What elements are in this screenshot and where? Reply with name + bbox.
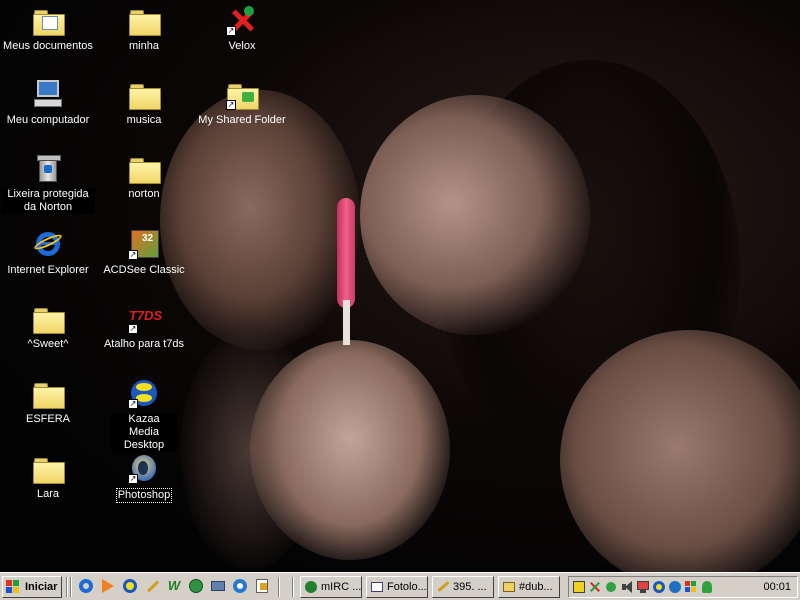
icon-label: musica — [126, 114, 162, 126]
icon-label: Velox — [228, 40, 256, 52]
t7ds-icon: T7DS ↗ — [128, 308, 163, 334]
icon-label: ^Sweet^ — [27, 338, 69, 350]
my-computer-icon — [32, 78, 64, 110]
desktop-icon-kazaa[interactable]: ↗ Kazaa Media Desktop — [96, 377, 192, 452]
taskbar-separator — [66, 577, 68, 597]
task-button-mirc[interactable]: mIRC ... — [300, 576, 362, 598]
volume-icon[interactable] — [620, 580, 634, 594]
wallpaper-hands — [250, 340, 450, 560]
media-player-icon[interactable] — [100, 578, 116, 594]
messenger-icon[interactable] — [700, 580, 714, 594]
desktop-icon-t7ds[interactable]: T7DS ↗ Atalho para t7ds — [96, 302, 192, 351]
acdsee-icon: 32 ↗ — [128, 228, 160, 260]
folder-icon — [32, 452, 65, 484]
desktop-icon-sweet[interactable]: ^Sweet^ — [0, 302, 96, 351]
monitor-icon[interactable] — [636, 580, 650, 594]
folder-icon — [32, 302, 65, 334]
shared-folder-icon: ↗ — [226, 78, 259, 110]
icon-label: Lixeira protegida da Norton — [1, 188, 95, 214]
recycle-bin-icon — [32, 152, 64, 184]
wallpaper-face-right — [360, 95, 590, 335]
desktop-icon-internet-explorer[interactable]: Internet Explorer — [0, 228, 96, 277]
kazaa-icon[interactable] — [122, 578, 138, 594]
desktop-icon-musica[interactable]: musica — [96, 78, 192, 127]
shortcut-arrow-icon: ↗ — [128, 250, 138, 260]
folder-icon — [128, 152, 161, 184]
desktop-icon-minha[interactable]: minha — [96, 4, 192, 53]
icon-label: ACDSee Classic — [103, 264, 185, 276]
taskbar-separator — [278, 577, 280, 597]
task-label: #dub... — [519, 581, 553, 593]
task-label: 395. ... — [453, 581, 487, 593]
norton-icon[interactable] — [572, 580, 586, 594]
icon-label: Lara — [36, 488, 60, 500]
desktop-icon-photoshop[interactable]: ↗ Photoshop — [96, 452, 192, 503]
icon-label: Atalho para t7ds — [103, 338, 185, 350]
velox-tray-icon[interactable] — [588, 580, 602, 594]
my-documents-icon — [32, 4, 65, 36]
internet-explorer-icon[interactable] — [78, 578, 94, 594]
task-button-fotolog[interactable]: Fotolo... — [366, 576, 428, 598]
desktop-icon-velox[interactable]: ↗ Velox — [194, 4, 290, 53]
shortcut-arrow-icon: ↗ — [128, 474, 138, 484]
taskbar-separator — [292, 577, 294, 597]
icon-label: minha — [129, 40, 159, 52]
icon-label: norton — [128, 188, 160, 200]
network-tray-icon[interactable] — [604, 580, 618, 594]
icon-label: Meus documentos — [3, 40, 93, 52]
system-tray: 00:01 — [568, 576, 798, 598]
desktop-icon-meu-computador[interactable]: Meu computador — [0, 78, 96, 127]
start-label: Iniciar — [25, 581, 58, 593]
folder-icon — [128, 4, 161, 36]
shortcut-arrow-icon: ↗ — [128, 399, 138, 409]
task-label: mIRC ... — [321, 581, 362, 593]
desktop-icon-acdsee[interactable]: 32 ↗ ACDSee Classic — [96, 228, 192, 277]
chat-icon — [502, 580, 516, 594]
icon-label: Internet Explorer — [7, 264, 89, 276]
wallpaper-lollipop — [337, 198, 355, 308]
taskbar-separator — [70, 577, 72, 597]
photoshop-icon: ↗ — [128, 452, 160, 484]
explorer-window-icon — [370, 580, 384, 594]
wallpaper-lollipop-stick — [343, 300, 350, 345]
desktop-icon-esfera[interactable]: ESFERA — [0, 377, 96, 426]
desktop-icon-shared-folder[interactable]: ↗ My Shared Folder — [194, 78, 290, 127]
kazaa-tray-icon[interactable] — [652, 580, 666, 594]
folder-icon — [32, 377, 65, 409]
globe-icon[interactable] — [668, 580, 682, 594]
shortcut-arrow-icon: ↗ — [226, 100, 236, 110]
taskbar: Iniciar W mIRC ... Fotolo... 395. ... #d… — [0, 572, 800, 600]
clock[interactable]: 00:01 — [763, 577, 791, 597]
desktop-icon-norton[interactable]: norton — [96, 152, 192, 201]
word-icon[interactable]: W — [166, 578, 182, 594]
pen-icon[interactable] — [144, 578, 160, 594]
outlook-icon[interactable] — [232, 578, 248, 594]
icon-label: ESFERA — [25, 413, 70, 425]
icon-label: Photoshop — [115, 488, 173, 503]
network-icon[interactable] — [188, 578, 204, 594]
task-label: Fotolo... — [387, 581, 427, 593]
kazaa-download-icon — [436, 580, 450, 594]
task-button-download[interactable]: 395. ... — [432, 576, 494, 598]
icon-label: Kazaa Media Desktop — [111, 413, 177, 452]
folder-icon — [128, 78, 161, 110]
velox-icon: ↗ — [226, 4, 258, 36]
icon-label: My Shared Folder — [198, 114, 286, 126]
gear-icon[interactable] — [210, 578, 226, 594]
desktop-icon-lixeira[interactable]: Lixeira protegida da Norton — [0, 152, 96, 214]
windows-logo-icon — [6, 580, 20, 594]
start-button[interactable]: Iniciar — [2, 576, 62, 598]
kazaa-icon: ↗ — [128, 377, 160, 409]
internet-explorer-icon — [32, 228, 64, 260]
desktop-icon-lara[interactable]: Lara — [0, 452, 96, 501]
icon-label: Meu computador — [6, 114, 90, 126]
shortcut-arrow-icon: ↗ — [226, 26, 236, 36]
desktop-icon-meus-documentos[interactable]: Meus documentos — [0, 4, 96, 53]
windows-icon[interactable] — [684, 580, 698, 594]
mirc-icon — [304, 580, 318, 594]
shortcut-arrow-icon: ↗ — [128, 324, 138, 334]
task-button-chat[interactable]: #dub... — [498, 576, 560, 598]
document-icon[interactable] — [254, 578, 270, 594]
